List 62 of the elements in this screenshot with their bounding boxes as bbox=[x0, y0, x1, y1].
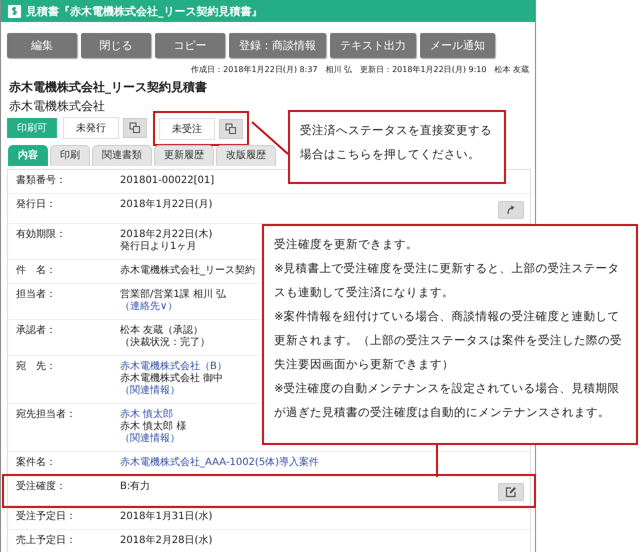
field-value: 201801-00022[01] bbox=[120, 175, 214, 187]
field-link[interactable]: 赤木電機株式会社_AAA-1002(5体)導入案件 bbox=[120, 457, 320, 469]
field-value: 発行日より1ヶ月 bbox=[120, 241, 196, 253]
change-status-button[interactable] bbox=[123, 118, 147, 138]
field-link[interactable]: 赤木 慎太郎 bbox=[120, 409, 174, 421]
toolbar-button[interactable]: 閉じる bbox=[81, 33, 151, 58]
toolbar-button[interactable]: メール通知 bbox=[420, 33, 495, 58]
toolbar-button[interactable]: コピー bbox=[155, 33, 225, 58]
field-value: 赤木電機株式会社 御中 bbox=[120, 373, 224, 384]
status-label: 未受注 bbox=[159, 118, 215, 140]
field-label: 発行日： bbox=[16, 199, 57, 211]
field-label: 宛先担当者： bbox=[16, 409, 77, 421]
change-status-button[interactable] bbox=[219, 118, 243, 138]
edit-button[interactable] bbox=[498, 483, 524, 501]
field-link[interactable]: （関連情報） bbox=[120, 433, 180, 445]
field-label: 有効期限： bbox=[16, 229, 67, 241]
tab[interactable]: 関連書類 bbox=[92, 145, 152, 166]
tab[interactable]: 更新履歴 bbox=[154, 145, 214, 166]
field-value: （決裁状況：完了） bbox=[120, 337, 210, 349]
toolbar-button[interactable]: 登録：商談情報 bbox=[229, 33, 326, 58]
callout-text: 受注確度を更新できます。 bbox=[274, 236, 419, 253]
field-label: 宛 先： bbox=[16, 361, 57, 373]
field-value: 2018年1月22日(月) bbox=[120, 199, 212, 211]
field-label: 受注予定日： bbox=[16, 511, 77, 523]
field-label: 案件名： bbox=[16, 457, 57, 469]
toolbar-button[interactable]: テキスト出力 bbox=[330, 33, 416, 58]
field-label: 担当者： bbox=[16, 289, 57, 301]
field-label: 承認者： bbox=[16, 325, 57, 337]
company-name: 赤木電機株式会社 bbox=[8, 98, 106, 115]
callout-text: 受注済へステータスを直接変更する場合はこちらを押してください。 bbox=[300, 122, 493, 163]
window-title: 見積書『赤木電機株式会社_リース契約見積書』 bbox=[26, 4, 262, 18]
callout-text: ※案件情報を紐付けている場合、商談情報の受注確度と連動して更新されます。（上部の受注ステータスは案件を受注した際の受失注要因画面から更新できます） bbox=[274, 308, 623, 373]
record-meta-text: 作成日：2018年1月22日(月) 8:37 相川 弘 更新日：2018年1月22日(月) 9:10 松本 友蔵 bbox=[190, 64, 530, 75]
field-value: 営業部/営業1課 相川 弘 bbox=[120, 289, 226, 300]
field-value: 赤木電機株式会社_リース契約 bbox=[120, 265, 255, 277]
callout-text: ※見積書上で受注確度を受注に更新すると、上部の受注ステータスも連動して受注済になります。 bbox=[274, 260, 621, 301]
document-dollar-icon bbox=[7, 4, 22, 18]
field-label: 件 名： bbox=[16, 265, 57, 277]
field-link[interactable]: 赤木電機株式会社（B） bbox=[120, 361, 227, 373]
toolbar-button[interactable]: 編集 bbox=[7, 33, 77, 58]
callout-text: ※受注確度の自動メンテナンスを設定されている場合、見積期限が過ぎた見積書の受注確度は自動的にメンテナンスされます。 bbox=[274, 380, 621, 421]
field-value: B:有力 bbox=[120, 481, 150, 493]
edit-icon bbox=[505, 486, 517, 498]
curved-arrow-icon bbox=[506, 204, 516, 216]
status-label: 未発行 bbox=[63, 117, 119, 139]
field-value: 2018年1月31日(水) bbox=[120, 511, 212, 523]
field-value: 松本 友蔵（承認） bbox=[120, 325, 204, 336]
field-label: 売上予定日： bbox=[16, 535, 77, 547]
field-link[interactable]: （関連情報） bbox=[120, 385, 180, 397]
field-value: 赤木 慎太郎 様 bbox=[120, 421, 186, 432]
field-label: 受注確度： bbox=[16, 481, 67, 493]
field-link[interactable]: （連絡先∨） bbox=[120, 301, 178, 313]
field-label: 書類番号： bbox=[16, 175, 67, 187]
tab[interactable]: 印刷 bbox=[50, 145, 90, 166]
copy-icon bbox=[129, 122, 141, 134]
undo-button[interactable] bbox=[498, 201, 524, 219]
tab[interactable]: 改版履歴 bbox=[216, 145, 276, 166]
field-value: 2018年2月22日(木) bbox=[120, 229, 212, 241]
copy-icon bbox=[225, 122, 237, 134]
print-status-badge: 印刷可 bbox=[7, 118, 57, 138]
field-value: 2018年2月28日(水) bbox=[120, 535, 212, 547]
document-title: 赤木電機株式会社_リース契約見積書 bbox=[8, 79, 208, 96]
